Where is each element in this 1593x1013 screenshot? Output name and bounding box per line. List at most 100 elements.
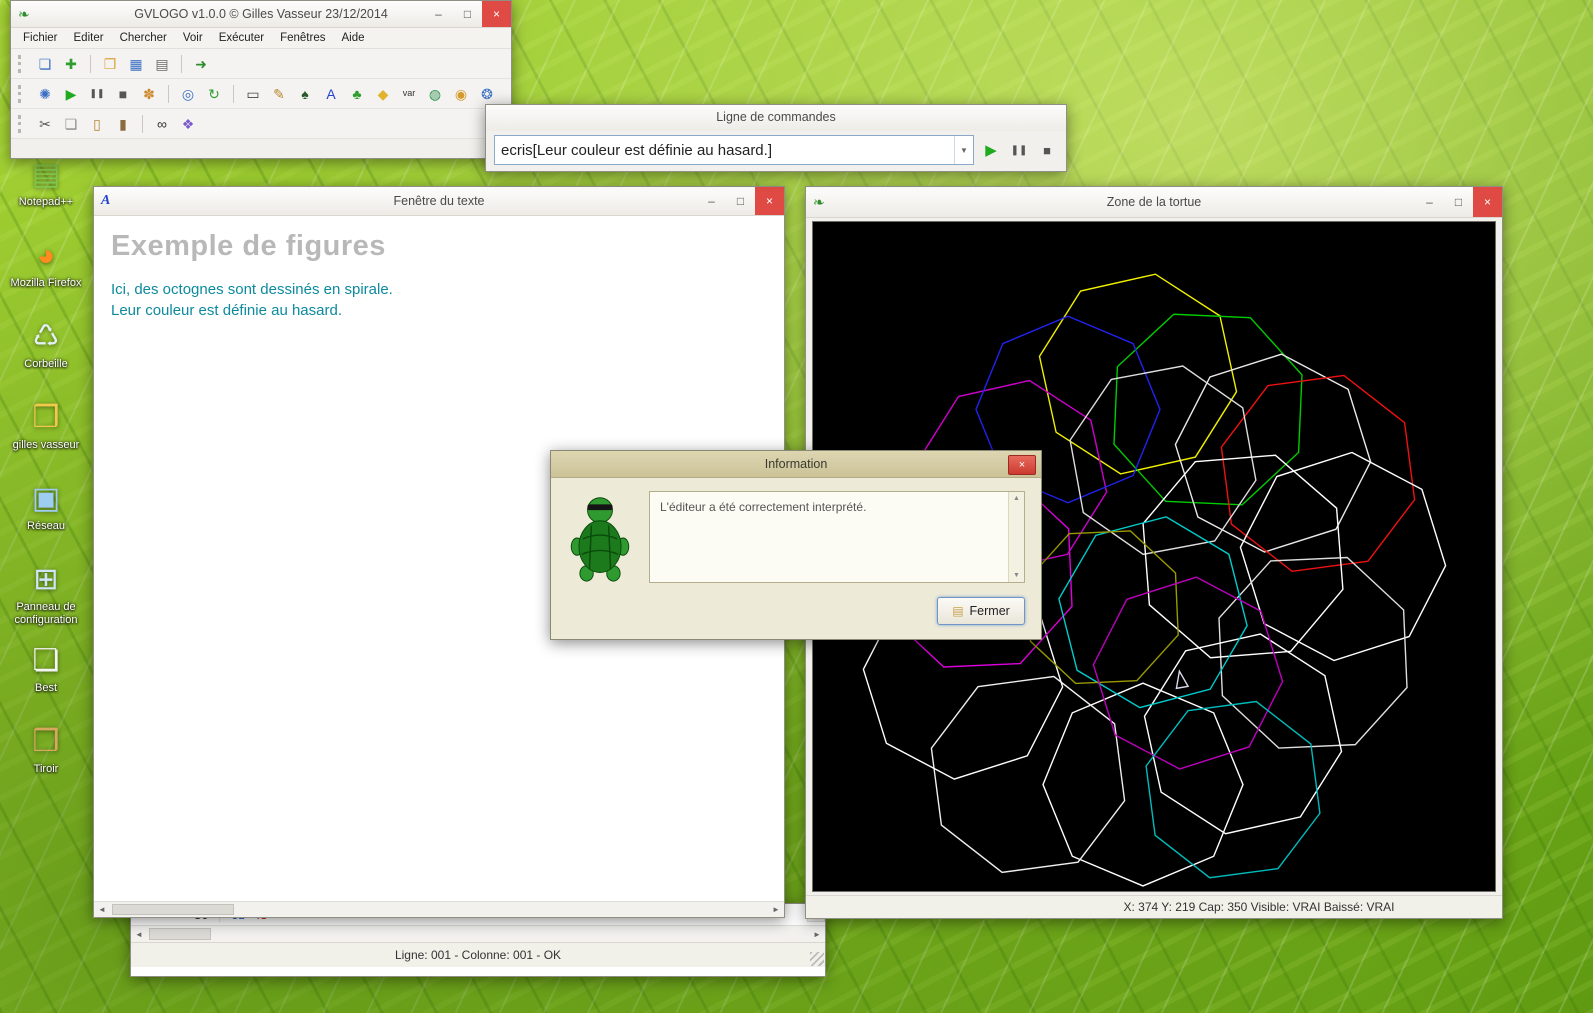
- command-input[interactable]: [495, 142, 954, 159]
- tree-icon[interactable]: ♣: [345, 83, 369, 105]
- refresh-icon[interactable]: ↻: [202, 83, 226, 105]
- toolbar-separator: [181, 55, 182, 73]
- maximize-button[interactable]: □: [726, 187, 755, 215]
- file-toolbar: ❏✚ ❒▦▤ ➜: [11, 49, 511, 79]
- save-icon[interactable]: ▦: [124, 53, 148, 75]
- close-button[interactable]: ×: [482, 1, 511, 27]
- menu-item[interactable]: Fenêtres: [280, 32, 325, 44]
- new-file-icon[interactable]: ❏: [33, 53, 57, 75]
- toolbar-drag-handle[interactable]: [18, 55, 25, 73]
- scrollbar-thumb[interactable]: [112, 904, 234, 915]
- screen-icon[interactable]: ▭: [241, 83, 265, 105]
- maximize-button[interactable]: □: [1444, 187, 1473, 217]
- lock-icon[interactable]: ◉: [449, 83, 473, 105]
- copy-icon[interactable]: ❏: [59, 113, 83, 135]
- recycle-bin-icon: ♺: [33, 318, 60, 358]
- scroll-left-button[interactable]: ◄: [94, 902, 110, 917]
- open-folder-icon[interactable]: ❒: [98, 53, 122, 75]
- menu-item[interactable]: Voir: [183, 32, 203, 44]
- command-window-titlebar[interactable]: Ligne de commandes: [486, 105, 1066, 131]
- desktop-icon[interactable]: ❒Tiroir: [4, 723, 88, 804]
- desktop-icon[interactable]: ♺Corbeille: [4, 318, 88, 399]
- menu-item[interactable]: Editer: [74, 32, 104, 44]
- scroll-left-button[interactable]: ◄: [131, 926, 147, 942]
- toolbar-drag-handle[interactable]: [18, 85, 25, 103]
- paste-icon[interactable]: ▮: [111, 113, 135, 135]
- cut-icon[interactable]: ✂: [33, 113, 57, 135]
- turtle-window-titlebar[interactable]: ❧ Zone de la tortue – □ ×: [806, 187, 1502, 218]
- settings-gear-icon[interactable]: ✺: [33, 83, 57, 105]
- firefox-icon: ◕: [37, 237, 55, 277]
- octagon-shape: [1028, 531, 1178, 683]
- editor-horizontal-scrollbar[interactable]: ◄ ►: [131, 925, 825, 942]
- pause-icon[interactable]: ❚❚: [85, 83, 109, 105]
- dark-tree-icon[interactable]: ♠: [293, 83, 317, 105]
- pause-button[interactable]: ❚❚: [1008, 138, 1030, 162]
- desktop-icon[interactable]: ▣Réseau: [4, 480, 88, 561]
- desktop-icon[interactable]: ❒gilles vasseur: [4, 399, 88, 480]
- scrollbar-track[interactable]: [147, 926, 809, 942]
- find-icon[interactable]: ∞: [150, 113, 174, 135]
- menu-item[interactable]: Exécuter: [219, 32, 264, 44]
- clipboard-icon[interactable]: ▯: [85, 113, 109, 135]
- close-button[interactable]: ×: [1008, 455, 1036, 475]
- menu-item[interactable]: Chercher: [120, 32, 167, 44]
- scroll-right-button[interactable]: ►: [768, 902, 784, 917]
- globe-icon[interactable]: ◍: [423, 83, 447, 105]
- desktop-icon-label: Corbeille: [24, 358, 67, 371]
- resize-grip[interactable]: [810, 952, 824, 966]
- fermer-button[interactable]: ▤ Fermer: [937, 597, 1025, 625]
- command-window: Ligne de commandes ▼ ▶ ❚❚ ■: [485, 104, 1067, 172]
- desktop-icon[interactable]: ◕Mozilla Firefox: [4, 237, 88, 318]
- main-window-titlebar[interactable]: ❧ GVLOGO v1.0.0 © Gilles Vasseur 23/12/2…: [11, 1, 511, 28]
- run-button[interactable]: ▶: [980, 138, 1002, 162]
- diamond-icon[interactable]: ◆: [371, 83, 395, 105]
- toolbar-separator: [168, 85, 169, 103]
- octagon-shape: [1146, 702, 1320, 878]
- minimize-button[interactable]: –: [1415, 187, 1444, 217]
- dialog-message: L'éditeur a été correctement interprété.: [650, 492, 1008, 582]
- maximize-button[interactable]: □: [453, 1, 482, 27]
- toolbar-drag-handle[interactable]: [18, 115, 25, 133]
- print-icon[interactable]: ▤: [150, 53, 174, 75]
- font-icon[interactable]: A: [319, 83, 343, 105]
- close-button[interactable]: ×: [1473, 187, 1502, 217]
- replace-icon[interactable]: ❖: [176, 113, 200, 135]
- var-icon[interactable]: var: [397, 83, 421, 105]
- chevron-down-icon[interactable]: ▼: [954, 136, 973, 164]
- octagon-shape: [1043, 683, 1243, 886]
- desktop-icon-label: Mozilla Firefox: [11, 277, 82, 290]
- app-leaf-icon: ❧: [813, 195, 825, 209]
- menu-item[interactable]: Fichier: [23, 32, 58, 44]
- desktop-icon-label: Best: [35, 682, 57, 695]
- text-window-titlebar[interactable]: A Fenêtre du texte – □ ×: [94, 187, 784, 216]
- scroll-right-button[interactable]: ►: [809, 926, 825, 942]
- dialog-titlebar[interactable]: Information ×: [551, 451, 1041, 478]
- desktop-icon[interactable]: ▤Notepad++: [4, 156, 88, 237]
- close-button[interactable]: ×: [755, 187, 784, 215]
- dialog-scrollbar[interactable]: ▲ ▼: [1008, 492, 1024, 582]
- debug-gears-icon[interactable]: ✽: [137, 83, 161, 105]
- export-icon[interactable]: ➜: [189, 53, 213, 75]
- run-icon[interactable]: ▶: [59, 83, 83, 105]
- stop-button[interactable]: ■: [1036, 138, 1058, 162]
- minimize-button[interactable]: –: [424, 1, 453, 27]
- scrollbar-thumb[interactable]: [149, 928, 211, 940]
- menu-item[interactable]: Aide: [341, 32, 364, 44]
- dialog-message-panel: L'éditeur a été correctement interprété.…: [649, 491, 1025, 583]
- toolbar-separator: [142, 115, 143, 133]
- command-window-title: Ligne de commandes: [486, 110, 1066, 124]
- minimize-button[interactable]: –: [697, 187, 726, 215]
- add-icon[interactable]: ✚: [59, 53, 83, 75]
- scroll-down-button[interactable]: ▼: [1013, 569, 1020, 582]
- scrollbar-track[interactable]: [110, 902, 768, 917]
- scroll-up-button[interactable]: ▲: [1013, 492, 1020, 505]
- text-horizontal-scrollbar[interactable]: ◄ ►: [94, 901, 784, 917]
- search-doc-icon[interactable]: ◎: [176, 83, 200, 105]
- desktop-icon[interactable]: ⊞Panneau de configuration: [4, 561, 88, 642]
- desktop-icon[interactable]: ❏Best: [4, 642, 88, 723]
- edit-doc-icon[interactable]: ✎: [267, 83, 291, 105]
- stop-icon[interactable]: ■: [111, 83, 135, 105]
- fermer-button-label: Fermer: [970, 604, 1010, 618]
- zoom-gear-icon[interactable]: ❂: [475, 83, 499, 105]
